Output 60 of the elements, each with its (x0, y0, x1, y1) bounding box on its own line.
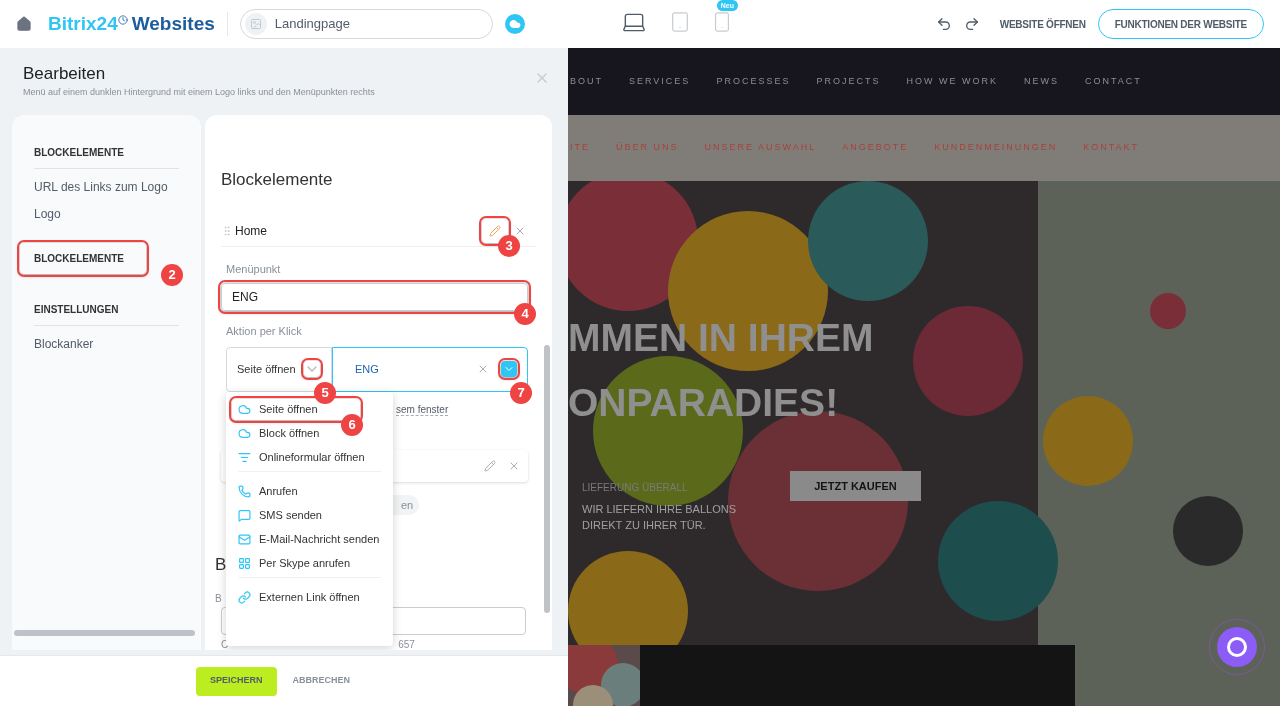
pencil-icon[interactable] (484, 459, 496, 472)
menu-item[interactable]: Externen Link öffnen (232, 587, 387, 608)
menu-item[interactable]: Onlineformular öffnen (232, 447, 387, 468)
sidebar-item[interactable]: Logo (34, 205, 179, 223)
phone-icon (238, 485, 251, 498)
save-button[interactable]: SPEICHERN (196, 666, 277, 696)
form-heading: Blockelemente (221, 169, 334, 191)
section-heading: B (215, 553, 227, 576)
item-title: Home (235, 223, 267, 240)
redo-icon[interactable] (963, 16, 980, 32)
link-icon (238, 591, 251, 604)
filter-icon (238, 451, 251, 464)
field-label: B (215, 592, 222, 606)
brand-name[interactable]: Websites (131, 9, 215, 39)
grid-icon (238, 557, 251, 570)
undo-icon[interactable] (935, 16, 952, 32)
step-badge: 5 (314, 381, 336, 404)
site-nav-link[interactable]: CONTACT (1084, 74, 1142, 89)
mail-icon (238, 533, 251, 546)
site-nav-link[interactable]: BOUT (570, 74, 603, 89)
step-badge: 4 (514, 303, 536, 325)
home-icon[interactable] (16, 16, 32, 32)
field-label: Menüpunkt (226, 261, 282, 277)
chevron-down-icon[interactable] (303, 361, 320, 377)
panel-title: Bearbeiten (23, 63, 107, 85)
site-nav-link[interactable]: PROJECTS (816, 74, 881, 89)
section-heading[interactable]: BLOCKELEMENTE (34, 137, 179, 169)
menu-item[interactable]: Per Skype anrufen (232, 553, 387, 574)
cloud-icon[interactable] (504, 14, 525, 34)
edit-button[interactable] (482, 219, 508, 243)
sidebar-item[interactable]: URL des Links zum Logo (34, 178, 179, 196)
menu-item[interactable]: E-Mail-Nachricht senden (232, 529, 387, 550)
step-badge: 2 (161, 264, 183, 286)
site-nav-link[interactable]: PROCESSES (716, 74, 791, 89)
drag-handle-icon[interactable] (221, 223, 233, 239)
open-website-link[interactable]: WEBSITE ÖFFNEN (999, 16, 1086, 32)
section-heading[interactable]: EINSTELLUNGEN (34, 294, 179, 326)
chat-icon (238, 509, 251, 522)
clock-icon (117, 15, 128, 25)
window-link[interactable]: sem fenster (396, 403, 449, 416)
step-badge: 7 (510, 381, 532, 404)
site-name: Landingpage (274, 15, 350, 34)
field-hint: 657 (398, 638, 415, 650)
remove-icon[interactable] (514, 225, 526, 237)
cloud-icon (238, 403, 251, 416)
image-icon (244, 13, 267, 35)
scrollbar-thumb[interactable] (14, 630, 195, 636)
site-nav-link[interactable]: SERVICES (629, 74, 691, 89)
site-nav-link[interactable]: NEWS (1023, 74, 1059, 89)
cloud-icon (238, 427, 251, 440)
step-badge: 3 (498, 235, 520, 257)
panel-subtitle: Menü auf einem dunklen Hintergrund mit einem Logo links und den Menüpunkten rechts (23, 86, 376, 99)
chevron-down-icon[interactable] (501, 361, 517, 377)
section-heading[interactable]: BLOCKELEMENTE (20, 243, 146, 274)
pencil-icon (489, 225, 501, 237)
scrollbar-thumb[interactable] (544, 345, 550, 613)
sidebar-item[interactable]: Blockanker (34, 335, 179, 353)
field-label: Aktion per Klick (226, 324, 303, 339)
site-nav-link[interactable]: HOW WE WORK (906, 74, 998, 89)
clear-icon[interactable] (477, 363, 489, 375)
